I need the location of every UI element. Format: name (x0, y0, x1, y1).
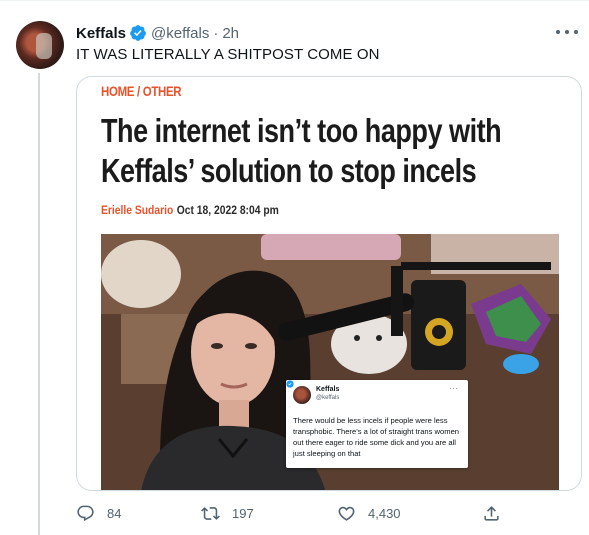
reply-count: 84 (107, 505, 122, 521)
like-button[interactable]: 4,430 (337, 501, 401, 525)
reply-icon (77, 505, 94, 521)
embedded-handle: @keffals (316, 395, 340, 401)
timestamp[interactable]: 2h (222, 25, 239, 42)
article-screenshot: HOME / OTHER The internet isn’t too happ… (77, 77, 581, 490)
separator: · (213, 24, 219, 42)
tweet-header: Keffals @keffals · 2h (76, 23, 239, 43)
article-date: Oct 18, 2022 8:04 pm (176, 203, 279, 217)
embedded-avatar (293, 386, 311, 404)
avatar[interactable] (16, 21, 64, 69)
more-options-icon[interactable] (556, 23, 578, 41)
thread-line (38, 73, 40, 535)
reply-button[interactable]: 84 (76, 501, 121, 525)
retweet-count: 197 (232, 505, 254, 521)
article-author: Erielle Sudario (101, 203, 174, 217)
like-count: 4,430 (368, 505, 401, 521)
tweet-text: IT WAS LITERALLY A SHITPOST COME ON (76, 46, 380, 63)
article-byline: Erielle Sudario Oct 18, 2022 8:04 pm (101, 203, 279, 217)
retweet-button[interactable]: 197 (201, 501, 254, 525)
media-card[interactable]: HOME / OTHER The internet isn’t too happ… (76, 76, 582, 491)
embedded-more-icon: ··· (449, 384, 459, 393)
embedded-tweet: Keffals @keffals ··· There would be less… (286, 380, 468, 468)
embedded-tweet-text: There would be less incels if people wer… (293, 416, 460, 458)
share-icon (484, 505, 499, 521)
embedded-verified-icon (286, 380, 294, 388)
verified-badge-icon (130, 25, 146, 41)
article-breadcrumb: HOME / OTHER (101, 83, 182, 99)
embedded-display-name: Keffals (316, 386, 340, 393)
retweet-icon (201, 506, 220, 520)
article-headline: The internet isn’t too happy with Keffal… (101, 112, 502, 189)
article-photo: Keffals @keffals ··· There would be less… (101, 234, 559, 490)
action-bar: 84 197 4,430 (76, 501, 582, 525)
handle[interactable]: @keffals (151, 25, 209, 42)
tweet[interactable]: Keffals @keffals · 2h IT WAS LITERALLY A… (0, 0, 589, 535)
share-button[interactable] (482, 501, 501, 525)
display-name[interactable]: Keffals (76, 25, 126, 42)
like-icon (338, 506, 355, 521)
